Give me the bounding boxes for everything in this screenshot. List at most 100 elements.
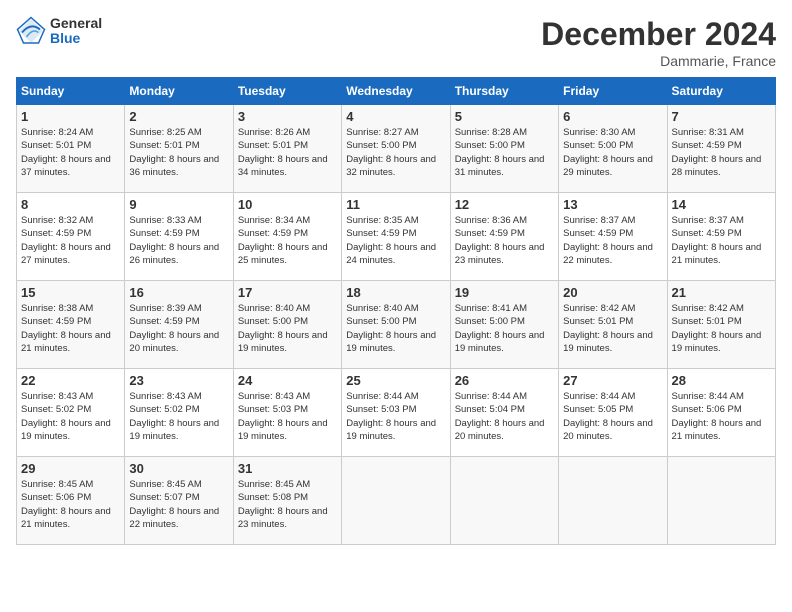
- logo-icon: [16, 16, 46, 46]
- day-number: 10: [238, 197, 337, 212]
- day-info-line: Sunset: 4:59 PM: [672, 227, 771, 240]
- day-info-line: Daylight: 8 hours and 21 minutes.: [21, 329, 120, 356]
- day-number: 30: [129, 461, 228, 476]
- day-info-line: Sunrise: 8:45 AM: [238, 478, 337, 491]
- day-info-line: Daylight: 8 hours and 19 minutes.: [21, 417, 120, 444]
- day-info-line: Sunrise: 8:40 AM: [346, 302, 445, 315]
- day-number: 6: [563, 109, 662, 124]
- day-info-line: Daylight: 8 hours and 19 minutes.: [455, 329, 554, 356]
- calendar-cell: 23Sunrise: 8:43 AMSunset: 5:02 PMDayligh…: [125, 369, 233, 457]
- day-header-saturday: Saturday: [667, 78, 775, 105]
- day-info-line: Sunset: 5:00 PM: [455, 139, 554, 152]
- calendar-cell: 13 Sunrise: 8:37 AMSunset: 4:59 PMDayligh…: [559, 193, 667, 281]
- calendar-cell: 12Sunrise: 8:36 AMSunset: 4:59 PMDayligh…: [450, 193, 558, 281]
- calendar-cell: 8Sunrise: 8:32 AMSunset: 4:59 PMDaylight…: [17, 193, 125, 281]
- calendar-cell: 1Sunrise: 8:24 AMSunset: 5:01 PMDaylight…: [17, 105, 125, 193]
- day-number: 26: [455, 373, 554, 388]
- day-info-line: Daylight: 8 hours and 20 minutes.: [455, 417, 554, 444]
- logo: General Blue: [16, 16, 102, 47]
- day-info-line: Sunrise: 8:30 AM: [563, 126, 662, 139]
- day-info-line: Sunset: 5:00 PM: [563, 139, 662, 152]
- day-number: 14: [672, 197, 771, 212]
- day-info-line: Sunrise: 8:26 AM: [238, 126, 337, 139]
- day-info-line: Sunrise: 8:34 AM: [238, 214, 337, 227]
- day-info-line: Daylight: 8 hours and 23 minutes.: [238, 505, 337, 532]
- day-info-line: Sunset: 5:00 PM: [346, 139, 445, 152]
- day-info-line: Sunset: 5:04 PM: [455, 403, 554, 416]
- day-info-line: Daylight: 8 hours and 27 minutes.: [21, 241, 120, 268]
- day-number: 17: [238, 285, 337, 300]
- day-info-line: Daylight: 8 hours and 28 minutes.: [672, 153, 771, 180]
- day-info-line: Daylight: 8 hours and 34 minutes.: [238, 153, 337, 180]
- day-info-line: Sunset: 5:01 PM: [672, 315, 771, 328]
- day-info-line: Sunrise: 8:44 AM: [346, 390, 445, 403]
- logo-general: General: [50, 16, 102, 31]
- day-info-line: Sunrise: 8:28 AM: [455, 126, 554, 139]
- day-info-line: Sunset: 5:00 PM: [455, 315, 554, 328]
- calendar-cell: [667, 457, 775, 545]
- day-info-line: Sunset: 4:59 PM: [238, 227, 337, 240]
- day-info-line: Sunrise: 8:45 AM: [129, 478, 228, 491]
- calendar-cell: 7Sunrise: 8:31 AMSunset: 4:59 PMDaylight…: [667, 105, 775, 193]
- day-info-line: Sunrise: 8:41 AM: [455, 302, 554, 315]
- day-number: 23: [129, 373, 228, 388]
- day-number: 12: [455, 197, 554, 212]
- day-info-line: Daylight: 8 hours and 19 minutes.: [346, 329, 445, 356]
- calendar-cell: 17Sunrise: 8:40 AMSunset: 5:00 PMDayligh…: [233, 281, 341, 369]
- day-info-line: Sunset: 5:08 PM: [238, 491, 337, 504]
- day-info-line: Sunset: 5:01 PM: [238, 139, 337, 152]
- calendar-cell: 26Sunrise: 8:44 AMSunset: 5:04 PMDayligh…: [450, 369, 558, 457]
- day-info-line: Sunrise: 8:35 AM: [346, 214, 445, 227]
- day-info-line: Sunset: 5:03 PM: [238, 403, 337, 416]
- day-info-line: Daylight: 8 hours and 22 minutes.: [129, 505, 228, 532]
- day-info-line: Sunrise: 8:27 AM: [346, 126, 445, 139]
- day-info-line: Sunset: 4:59 PM: [455, 227, 554, 240]
- day-number: 1: [21, 109, 120, 124]
- day-info-line: Daylight: 8 hours and 19 minutes.: [563, 329, 662, 356]
- calendar-cell: [559, 457, 667, 545]
- day-info-line: Sunrise: 8:37 AM: [672, 214, 771, 227]
- day-number: 25: [346, 373, 445, 388]
- page-header: General Blue December 2024 Dammarie, Fra…: [16, 16, 776, 69]
- day-info-line: Sunrise: 8:24 AM: [21, 126, 120, 139]
- day-info-line: Sunrise: 8:43 AM: [21, 390, 120, 403]
- day-number: 8: [21, 197, 120, 212]
- day-info-line: Sunrise: 8:44 AM: [672, 390, 771, 403]
- day-number: 21: [672, 285, 771, 300]
- location-subtitle: Dammarie, France: [541, 53, 776, 69]
- calendar-cell: 27Sunrise: 8:44 AMSunset: 5:05 PMDayligh…: [559, 369, 667, 457]
- day-info-line: Daylight: 8 hours and 23 minutes.: [455, 241, 554, 268]
- day-number: 13: [563, 197, 662, 212]
- day-info-line: Sunset: 4:59 PM: [21, 315, 120, 328]
- day-info-line: Daylight: 8 hours and 19 minutes.: [346, 417, 445, 444]
- calendar-cell: 31Sunrise: 8:45 AMSunset: 5:08 PMDayligh…: [233, 457, 341, 545]
- day-header-monday: Monday: [125, 78, 233, 105]
- day-info-line: Sunrise: 8:42 AM: [672, 302, 771, 315]
- day-info-line: Sunrise: 8:42 AM: [563, 302, 662, 315]
- day-info-line: Sunrise: 8:37 AM: [563, 214, 662, 227]
- calendar-cell: 30Sunrise: 8:45 AMSunset: 5:07 PMDayligh…: [125, 457, 233, 545]
- calendar-cell: 10Sunrise: 8:34 AMSunset: 4:59 PMDayligh…: [233, 193, 341, 281]
- day-number: 18: [346, 285, 445, 300]
- day-number: 3: [238, 109, 337, 124]
- day-info-line: Sunset: 5:01 PM: [563, 315, 662, 328]
- day-info-line: Daylight: 8 hours and 22 minutes.: [563, 241, 662, 268]
- calendar-cell: 5Sunrise: 8:28 AMSunset: 5:00 PMDaylight…: [450, 105, 558, 193]
- day-info-line: Sunset: 4:59 PM: [129, 227, 228, 240]
- day-info-line: Sunset: 4:59 PM: [563, 227, 662, 240]
- day-info-line: Sunset: 5:00 PM: [346, 315, 445, 328]
- calendar-cell: 19Sunrise: 8:41 AMSunset: 5:00 PMDayligh…: [450, 281, 558, 369]
- day-number: 5: [455, 109, 554, 124]
- day-number: 27: [563, 373, 662, 388]
- day-info-line: Sunset: 5:06 PM: [672, 403, 771, 416]
- calendar-cell: 28Sunrise: 8:44 AMSunset: 5:06 PMDayligh…: [667, 369, 775, 457]
- day-info-line: Daylight: 8 hours and 32 minutes.: [346, 153, 445, 180]
- calendar-cell: 15Sunrise: 8:38 AMSunset: 4:59 PMDayligh…: [17, 281, 125, 369]
- day-header-sunday: Sunday: [17, 78, 125, 105]
- calendar-header-row: SundayMondayTuesdayWednesdayThursdayFrid…: [17, 78, 776, 105]
- day-info-line: Daylight: 8 hours and 24 minutes.: [346, 241, 445, 268]
- calendar-table: SundayMondayTuesdayWednesdayThursdayFrid…: [16, 77, 776, 545]
- day-number: 24: [238, 373, 337, 388]
- day-info-line: Daylight: 8 hours and 36 minutes.: [129, 153, 228, 180]
- day-number: 4: [346, 109, 445, 124]
